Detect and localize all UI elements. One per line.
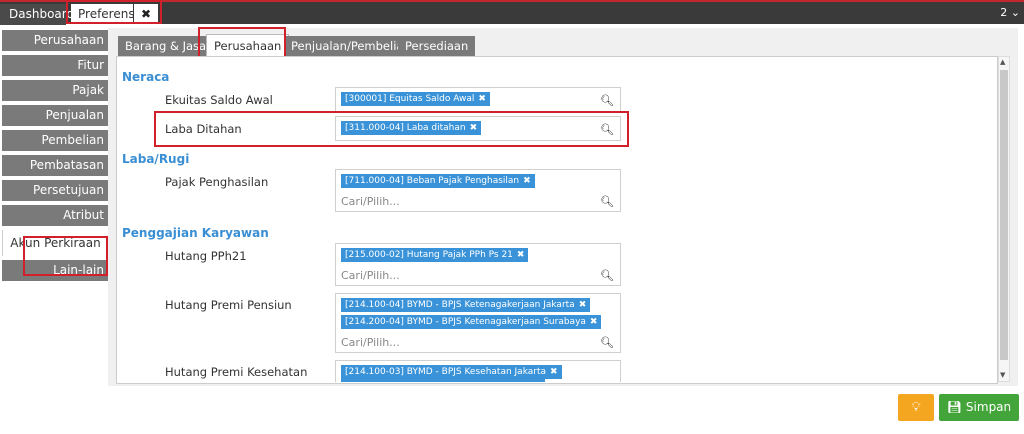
remove-chip-icon[interactable]: ✖ [590,317,598,327]
scrollbar-thumb[interactable] [1000,70,1008,360]
sidebar-item-penjualan[interactable]: Penjualan [2,105,108,126]
pajak-penghasilan-field[interactable]: [711.000-04] Beban Pajak Penghasilan ✖ Ca… [335,169,621,212]
account-chip: [300001] Equitas Saldo Awal ✖ [341,92,490,106]
chip-text: [214.200-04] BYMD - BPJS Ketenagakerjaan… [345,317,586,327]
search-icon[interactable]: 🔍︎ [600,336,614,349]
account-chip: [215.000-02] Hutang Pajak PPh Ps 21 ✖ [341,248,529,262]
sidebar-item-pembelian[interactable]: Pembelian [2,130,108,151]
account-chip: [214.100-03] BYMD - BPJS Kesehatan Jakar… [341,365,562,379]
label-hutang-premi-pensiun: Hutang Premi Pensiun [165,298,292,312]
save-button-label: Simpan [965,400,1012,414]
section-penggajian-karyawan: Penggajian Karyawan [122,226,269,240]
remove-chip-icon[interactable]: ✖ [550,367,558,377]
label-hutang-pph21: Hutang PPh21 [165,249,247,263]
remove-chip-icon[interactable]: ✖ [579,300,587,310]
window-count-dropdown[interactable]: 2 ⌄ [1000,6,1020,19]
save-button[interactable]: 💾︎ Simpan [939,394,1019,421]
chip-text: [214.100-03] BYMD - BPJS Kesehatan Jakar… [345,367,547,377]
search-icon[interactable]: 🔍︎ [600,269,614,282]
sidebar-item-fitur[interactable]: Fitur [2,55,108,76]
scroll-down-icon[interactable]: ▼ [1000,371,1005,379]
ekuitas-saldo-awal-field[interactable]: [300001] Equitas Saldo Awal ✖ 🔍︎ [335,87,621,112]
account-chip: [214.200-04] BYMD - BPJS Ketenagakerjaan… [341,315,602,329]
label-hutang-premi-kesehatan: Hutang Premi Kesehatan [165,365,308,379]
search-placeholder: Cari/Pilih... [341,336,400,349]
chip-text: [711.000-04] Beban Pajak Penghasilan [345,176,520,186]
remove-chip-icon[interactable]: ✖ [478,94,486,104]
account-chip-partial [341,379,545,382]
hint-button[interactable]: 💡︎ [898,394,934,421]
scroll-up-icon[interactable]: ▲ [1000,58,1005,66]
section-neraca: Neraca [122,70,170,84]
label-pajak-penghasilan: Pajak Penghasilan [165,175,269,189]
label-ekuitas-saldo-awal: Ekuitas Saldo Awal [165,93,273,107]
sidebar-item-persetujuan[interactable]: Persetujuan [2,180,108,201]
section-laba-rugi: Laba/Rugi [122,152,190,166]
chip-text: [300001] Equitas Saldo Awal [345,94,475,104]
chip-text: [215.000-02] Hutang Pajak PPh Ps 21 [345,250,513,260]
tab-dashboard[interactable]: Dashboard [0,4,74,25]
sidebar-item-pembatasan[interactable]: Pembatasan [2,155,108,176]
remove-chip-icon[interactable]: ✖ [517,250,525,260]
tab-persediaan[interactable]: Persediaan [398,36,476,56]
sidebar-item-atribut-tambahan[interactable]: Atribut Tambahan [2,205,108,243]
search-icon[interactable]: 🔍︎ [600,94,614,107]
remove-chip-icon[interactable]: ✖ [523,176,531,186]
account-chip: [214.100-04] BYMD - BPJS Ketenagakerjaan… [341,298,591,312]
lightbulb-icon: 💡︎ [911,400,921,415]
save-icon: 💾︎ [946,400,963,414]
search-placeholder: Cari/Pilih... [341,195,400,208]
search-placeholder: Cari/Pilih... [341,269,400,282]
highlight-box-laba-ditahan [154,111,629,147]
search-icon[interactable]: 🔍︎ [600,195,614,208]
account-chip: [711.000-04] Beban Pajak Penghasilan ✖ [341,174,535,188]
hutang-premi-pensiun-field[interactable]: [214.100-04] BYMD - BPJS Ketenagakerjaan… [335,293,621,353]
hutang-premi-kesehatan-field[interactable]: [214.100-03] BYMD - BPJS Kesehatan Jakar… [335,360,621,382]
chip-text: [214.100-04] BYMD - BPJS Ketenagakerjaan… [345,300,575,310]
sidebar-item-pajak[interactable]: Pajak [2,80,108,101]
sidebar-item-perusahaan[interactable]: Perusahaan [2,30,108,51]
highlight-box-tab [66,0,162,24]
highlight-box-sidebar [23,236,108,276]
hutang-pph21-field[interactable]: [215.000-02] Hutang Pajak PPh Ps 21 ✖ Car… [335,243,621,286]
